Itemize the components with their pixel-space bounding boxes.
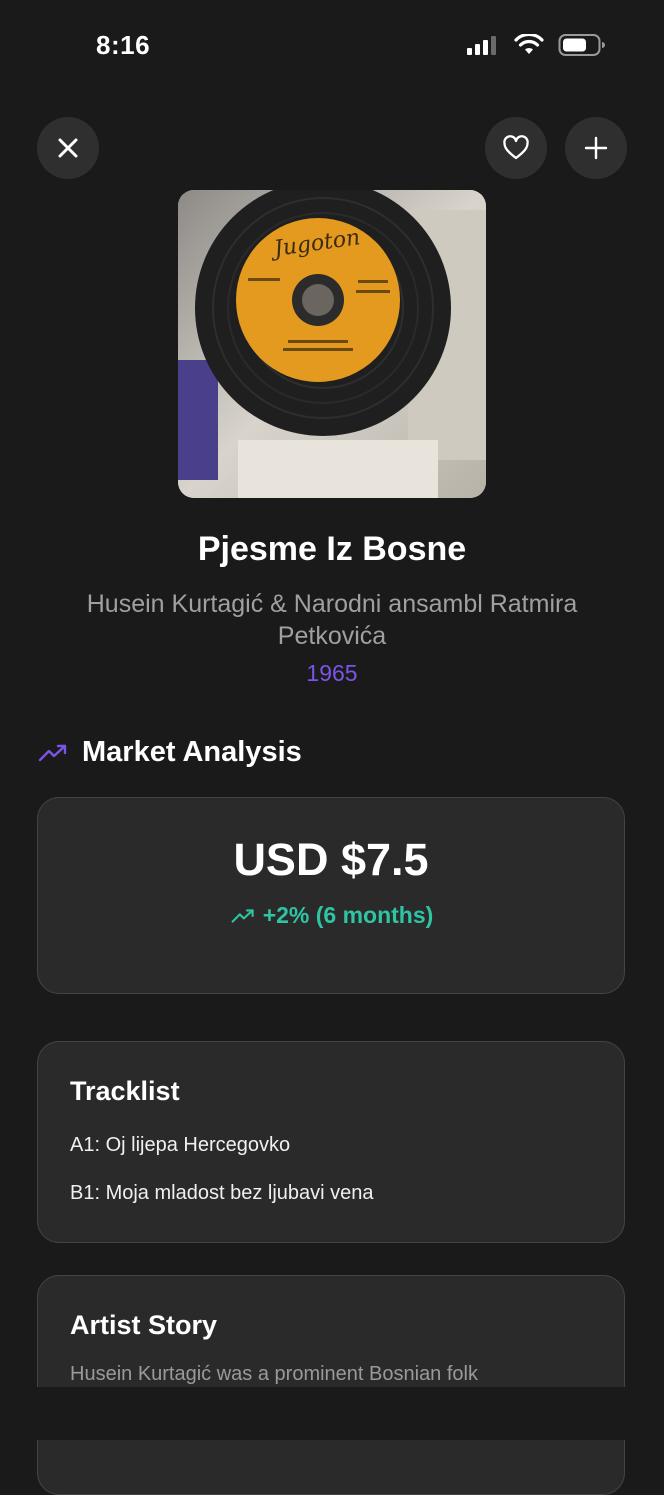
market-price-card: USD $7.5 (37, 797, 625, 994)
bottom-overlay (0, 1387, 664, 1440)
album-artist: Husein Kurtagić & Narodni ansambl Ratmir… (86, 590, 578, 650)
heart-icon (503, 135, 529, 160)
album-cover-image: Jugoton (178, 190, 486, 498)
trending-up-icon (38, 744, 67, 761)
album-title: Pjesme Iz Bosne (197, 530, 467, 568)
close-icon (58, 138, 78, 158)
wifi-icon (514, 34, 544, 54)
market-price: USD $7.5 (233, 834, 429, 885)
signal-icon (467, 36, 496, 55)
market-analysis-title: Market Analysis (82, 736, 302, 768)
artist-story-card: Artist Story Husein Kurtagić was a promi… (37, 1275, 625, 1495)
price-change: +2% (6 months) (0, 902, 664, 929)
track-item: A1: Oj lijepa Hercegovko (70, 1134, 291, 1156)
add-button[interactable] (565, 117, 627, 179)
trending-up-icon (231, 908, 254, 923)
status-icons (466, 33, 606, 57)
track-item: B1: Moja mladost bez ljubavi vena (70, 1182, 374, 1204)
price-change-text: +2% (6 months) (262, 902, 434, 928)
status-bar: 8:16 (0, 0, 664, 90)
plus-icon (584, 136, 608, 160)
status-time: 8:16 (96, 30, 151, 60)
album-year: 1965 (306, 660, 358, 686)
artist-story-text: Husein Kurtagić was a prominent Bosnian … (70, 1363, 478, 1385)
artist-story-title: Artist Story (70, 1310, 218, 1340)
tracklist-card: Tracklist A1: Oj lijepa Hercegovko B1: M… (37, 1041, 625, 1243)
close-button[interactable] (37, 117, 99, 179)
favorite-button[interactable] (485, 117, 547, 179)
battery-icon (558, 34, 605, 56)
tracklist-title: Tracklist (70, 1076, 180, 1106)
market-analysis-header: Market Analysis (38, 736, 302, 769)
